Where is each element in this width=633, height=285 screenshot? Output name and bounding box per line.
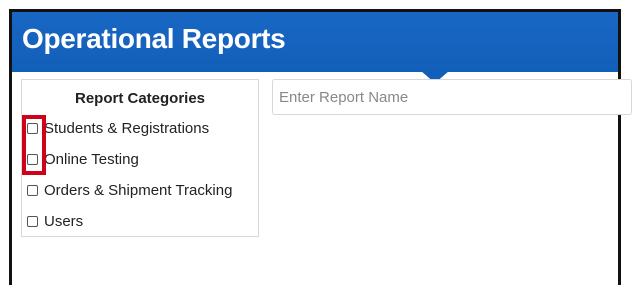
category-users[interactable]: Users (27, 213, 83, 230)
category-orders-shipment-tracking[interactable]: Orders & Shipment Tracking (27, 182, 232, 199)
checkbox-users[interactable] (27, 216, 38, 227)
checkbox-students-registrations[interactable] (27, 123, 38, 134)
report-categories-panel: Report Categories Students & Registratio… (21, 79, 259, 237)
category-students-registrations[interactable]: Students & Registrations (27, 120, 209, 137)
checkbox-online-testing[interactable] (27, 154, 38, 165)
page-title: Operational Reports (22, 23, 286, 54)
page-header: Operational Reports (12, 12, 618, 72)
report-name-input[interactable] (272, 79, 632, 115)
category-label: Orders & Shipment Tracking (44, 182, 233, 199)
category-label: Users (44, 213, 84, 230)
category-label: Online Testing (44, 151, 139, 168)
report-categories-title: Report Categories (74, 90, 206, 107)
category-label: Students & Registrations (44, 120, 210, 137)
checkbox-orders-shipment-tracking[interactable] (27, 185, 38, 196)
category-online-testing[interactable]: Online Testing (27, 151, 139, 168)
